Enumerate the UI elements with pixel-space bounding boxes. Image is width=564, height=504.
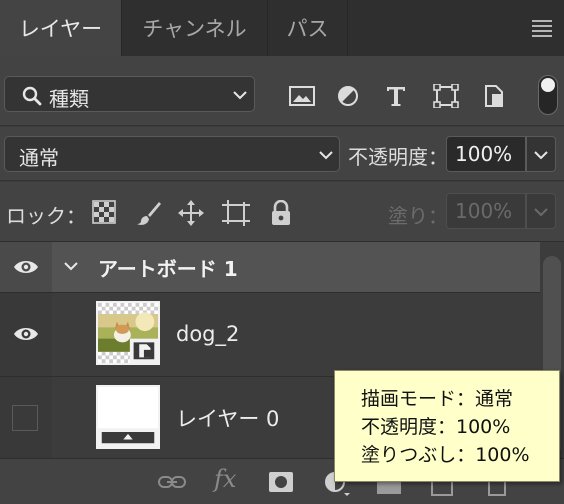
layer-info-tooltip: 描画モード：通常 不透明度：100% 塗りつぶし：100%	[334, 370, 560, 482]
fill-label: 塗り：	[388, 204, 448, 228]
chevron-down-icon	[534, 208, 548, 217]
layer-name: アートボード 1	[98, 257, 238, 281]
layer-thumbnail-dog	[96, 301, 160, 365]
link-layers-icon[interactable]	[158, 475, 186, 489]
fill-input[interactable]: 100%	[446, 193, 526, 229]
tab-layers[interactable]: レイヤー	[0, 0, 122, 56]
filter-toggle-switch[interactable]	[538, 75, 558, 115]
search-icon	[22, 86, 42, 106]
lock-label: ロック：	[6, 204, 86, 228]
chevron-down-icon	[319, 151, 333, 160]
tooltip-blend-mode: 描画モード：通常	[361, 388, 514, 410]
chevron-down-icon[interactable]	[64, 261, 78, 271]
opacity-input[interactable]: 100%	[446, 136, 526, 172]
eye-icon[interactable]	[13, 258, 39, 276]
lock-transparent-pixels-icon[interactable]	[92, 200, 116, 224]
panel-menu-icon[interactable]	[532, 20, 552, 37]
tab-paths[interactable]: パス	[268, 0, 348, 56]
eye-icon[interactable]	[13, 325, 39, 343]
lock-bar: ロック： 塗り： 100%	[0, 182, 564, 242]
add-mask-icon[interactable]	[268, 471, 294, 493]
opacity-dropdown-button[interactable]	[526, 136, 556, 172]
panel-tab-bar: レイヤー チャンネル パス	[0, 0, 564, 56]
tab-channels[interactable]: チャンネル	[122, 0, 268, 56]
lock-artboard-nesting-icon[interactable]	[222, 200, 250, 226]
layer-name: レイヤー 0	[176, 407, 280, 431]
lock-position-move-icon[interactable]	[178, 200, 204, 226]
visibility-toggle-empty[interactable]	[12, 405, 38, 431]
blend-bar: 通常 不透明度： 100%	[0, 127, 564, 181]
blend-mode-value: 通常	[19, 146, 59, 170]
layer-thumbnail-blank	[96, 385, 160, 449]
filter-bar: 種類	[0, 56, 564, 126]
layer-name: dog_2	[176, 322, 240, 346]
tooltip-fill: 塗りつぶし：100%	[361, 444, 530, 466]
lock-image-pixels-brush-icon[interactable]	[136, 200, 162, 226]
chevron-down-icon	[534, 151, 548, 160]
shape-filter-icon[interactable]	[432, 84, 460, 108]
image-filter-icon[interactable]	[288, 84, 316, 108]
layer-style-fx-icon[interactable]: fx	[214, 465, 236, 493]
adjustment-filter-icon[interactable]	[334, 84, 362, 108]
filter-kind-label: 種類	[49, 87, 89, 111]
layer-row-dog-2[interactable]: dog_2	[0, 292, 540, 376]
lock-all-icon[interactable]	[270, 200, 292, 226]
type-filter-icon[interactable]	[382, 84, 410, 108]
layer-row-artboard[interactable]: アートボード 1	[0, 242, 540, 292]
blend-mode-select[interactable]: 通常	[4, 136, 340, 172]
chevron-down-icon	[233, 91, 247, 100]
filter-kind-select[interactable]: 種類	[4, 76, 255, 112]
smart-object-filter-icon[interactable]	[480, 84, 508, 108]
fill-dropdown-button[interactable]	[526, 193, 556, 229]
opacity-label: 不透明度：	[348, 145, 448, 169]
tooltip-opacity: 不透明度：100%	[361, 416, 511, 438]
